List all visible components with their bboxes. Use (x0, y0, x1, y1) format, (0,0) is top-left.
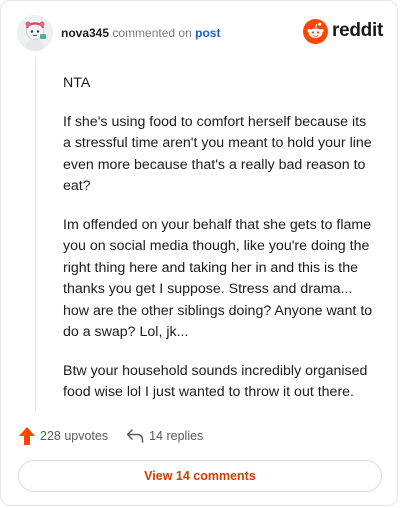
comment-paragraph: If she's using food to comfort herself b… (63, 113, 372, 195)
view-comments-button[interactable]: View 14 comments (18, 460, 382, 492)
comment-actions: 228 upvotes 14 replies (19, 425, 203, 447)
comment-paragraph: Im offended on your behalf that she gets… (63, 216, 373, 341)
comment-action-text: commented on (112, 26, 192, 40)
reddit-snoo-icon (303, 18, 329, 44)
replies-count: 14 replies (149, 429, 204, 443)
comment-card: nova345 commented on post reddit NTA If … (0, 0, 398, 506)
reply-arrow-icon (126, 429, 144, 443)
reddit-wordmark: reddit (332, 20, 383, 41)
comment-body: NTA If she's using food to comfort herse… (63, 73, 373, 421)
avatar[interactable] (17, 15, 53, 51)
comment-paragraph: NTA (63, 75, 91, 91)
upvote-count: 228 upvotes (40, 429, 109, 443)
avatar-image (17, 15, 53, 51)
replies-button[interactable]: 14 replies (126, 429, 203, 443)
post-link[interactable]: post (195, 26, 220, 40)
username[interactable]: nova345 (61, 26, 109, 40)
comment-header: nova345 commented on post reddit (17, 15, 383, 53)
thread-line (35, 57, 36, 411)
reddit-logo[interactable]: reddit (303, 18, 383, 44)
comment-paragraph: Btw your household sounds incredibly org… (63, 362, 368, 401)
upvote-arrow-icon (19, 427, 35, 445)
upvote-button[interactable]: 228 upvotes (19, 427, 108, 445)
comment-meta: nova345 commented on post (61, 26, 220, 40)
